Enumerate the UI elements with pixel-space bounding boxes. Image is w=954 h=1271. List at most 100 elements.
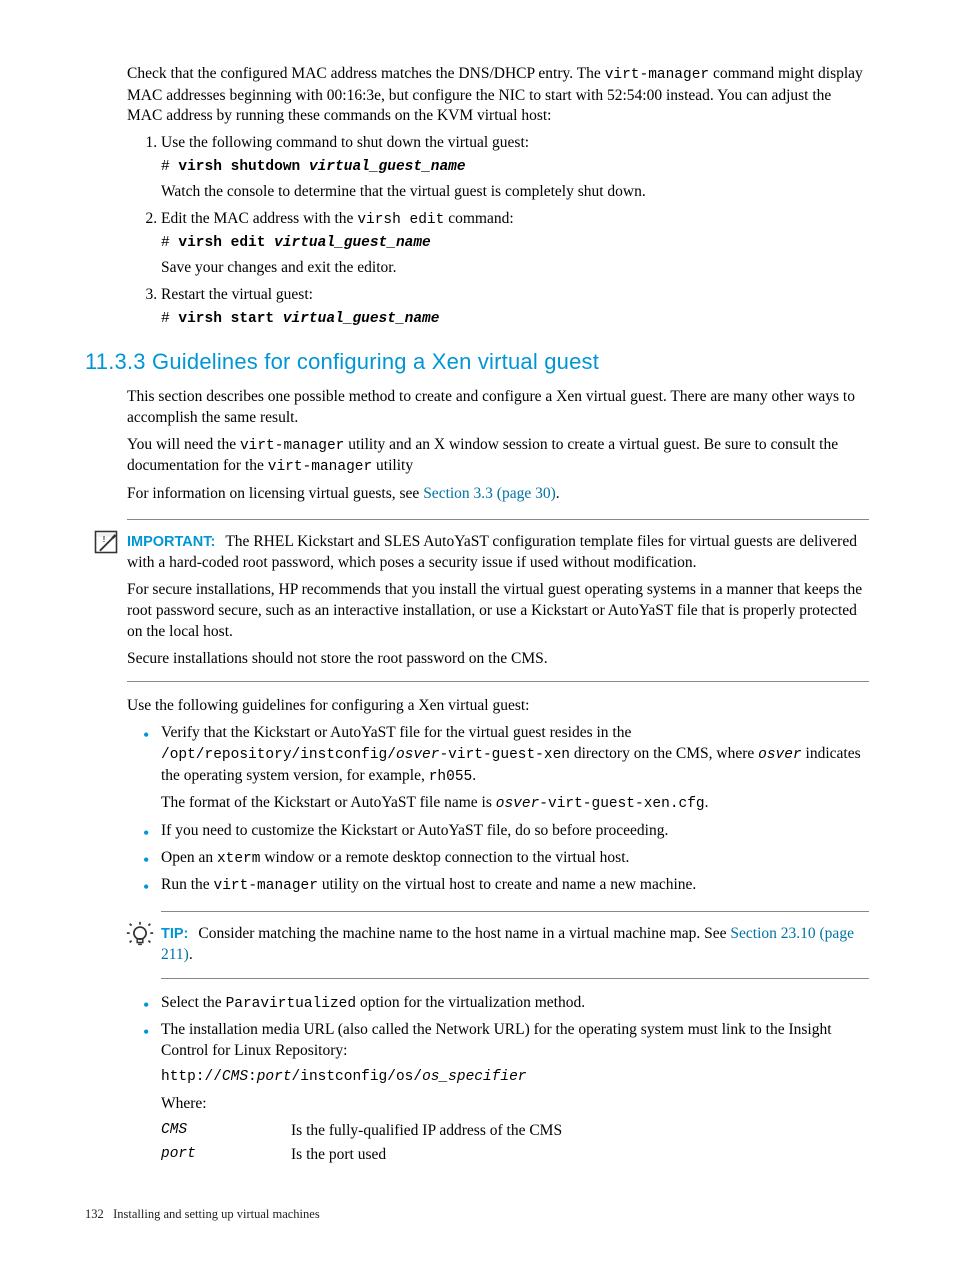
arg: os_specifier bbox=[422, 1069, 526, 1085]
guidelines-list-1: Verify that the Kickstart or AutoYaST fi… bbox=[85, 723, 869, 897]
section-p3: For information on licensing virtual gue… bbox=[127, 484, 869, 505]
text: The RHEL Kickstart and SLES AutoYaST con… bbox=[127, 533, 857, 571]
tip-callout: TIP: Consider matching the machine name t… bbox=[119, 911, 869, 979]
text: window or a remote desktop connection to… bbox=[260, 849, 629, 866]
step-3-command: # virsh start virtual_guest_name bbox=[161, 310, 869, 330]
arg: virtual_guest_name bbox=[274, 235, 431, 251]
def-port: port Is the port used bbox=[161, 1145, 869, 1166]
after-important: Use the following guidelines for configu… bbox=[127, 696, 869, 717]
important-callout: ! IMPORTANT:The RHEL Kickstart and SLES … bbox=[85, 519, 869, 683]
important-p1: IMPORTANT:The RHEL Kickstart and SLES Au… bbox=[127, 532, 869, 574]
step-text: Use the following command to shut down t… bbox=[161, 134, 529, 151]
step-1-after: Watch the console to determine that the … bbox=[161, 182, 869, 203]
arg: osver bbox=[496, 796, 540, 812]
code: virsh edit bbox=[357, 212, 444, 228]
cmd: virsh start bbox=[178, 311, 282, 327]
text: : bbox=[248, 1069, 257, 1085]
text: Edit the MAC address with the bbox=[161, 210, 357, 227]
text: utility on the virtual host to create an… bbox=[318, 876, 696, 893]
intro-paragraph: Check that the configured MAC address ma… bbox=[127, 64, 869, 127]
list-item: Verify that the Kickstart or AutoYaST fi… bbox=[161, 723, 869, 815]
arg: osver bbox=[758, 747, 802, 763]
important-icon: ! bbox=[92, 528, 120, 556]
text: The format of the Kickstart or AutoYaST … bbox=[161, 794, 496, 811]
code: virt-manager bbox=[214, 878, 318, 894]
step-2-after: Save your changes and exit the editor. bbox=[161, 258, 869, 279]
text: . bbox=[705, 794, 709, 811]
list-item: Open an xterm window or a remote desktop… bbox=[161, 848, 869, 870]
text: . bbox=[472, 767, 476, 784]
list-item: If you need to customize the Kickstart o… bbox=[161, 821, 869, 842]
section-p2: You will need the virt-manager utility a… bbox=[127, 435, 869, 478]
text: You will need the bbox=[127, 436, 240, 453]
guidelines-list-2: Select the Paravirtualized option for th… bbox=[85, 993, 869, 1166]
page-footer: 132 Installing and setting up virtual ma… bbox=[85, 1206, 869, 1223]
def-cms: CMS Is the fully-qualified IP address of… bbox=[161, 1121, 869, 1142]
arg: virtual_guest_name bbox=[309, 159, 466, 175]
list-item: Run the virt-manager utility on the virt… bbox=[161, 875, 869, 897]
tip-label: TIP: bbox=[161, 926, 188, 942]
important-p2: For secure installations, HP recommends … bbox=[127, 580, 869, 643]
important-p3: Secure installations should not store th… bbox=[127, 649, 869, 670]
text: Open an bbox=[161, 849, 217, 866]
def-term: CMS bbox=[161, 1121, 291, 1142]
page-number: 132 bbox=[85, 1207, 104, 1221]
text: Select the bbox=[161, 994, 226, 1011]
list-item: Select the Paravirtualized option for th… bbox=[161, 993, 869, 1015]
text: Run the bbox=[161, 876, 214, 893]
important-label: IMPORTANT: bbox=[127, 534, 215, 550]
arg: port bbox=[257, 1069, 292, 1085]
code: xterm bbox=[217, 851, 261, 867]
cmd: virsh edit bbox=[178, 235, 274, 251]
footer-title: Installing and setting up virtual machin… bbox=[113, 1207, 320, 1221]
def-term: port bbox=[161, 1145, 291, 1166]
tip-text: TIP: Consider matching the machine name t… bbox=[161, 924, 869, 966]
section-link[interactable]: Section 3.3 (page 30) bbox=[423, 485, 556, 502]
text: option for the virtualization method. bbox=[356, 994, 585, 1011]
code: -virt-guest-xen.cfg bbox=[539, 796, 704, 812]
code: virt-manager bbox=[268, 459, 372, 475]
section-p1: This section describes one possible meth… bbox=[127, 387, 869, 429]
step-1-command: # virsh shutdown virtual_guest_name bbox=[161, 158, 869, 178]
step-3: Restart the virtual guest: # virsh start… bbox=[161, 285, 869, 329]
code: -virt-guest-xen bbox=[439, 747, 570, 763]
arg: CMS bbox=[222, 1069, 248, 1085]
list-item-p2: The format of the Kickstart or AutoYaST … bbox=[161, 793, 869, 815]
code: virt-manager bbox=[240, 438, 344, 454]
prompt: # bbox=[161, 235, 178, 251]
def-body: Is the port used bbox=[291, 1145, 869, 1166]
code: Paravirtualized bbox=[226, 996, 357, 1012]
text: /instconfig/os/ bbox=[292, 1069, 423, 1085]
step-1: Use the following command to shut down t… bbox=[161, 133, 869, 202]
text: The installation media URL (also called … bbox=[161, 1021, 832, 1059]
text: Check that the configured MAC address ma… bbox=[127, 65, 605, 82]
code: rh055 bbox=[429, 769, 473, 785]
text: http:// bbox=[161, 1069, 222, 1085]
arg: virtual_guest_name bbox=[283, 311, 440, 327]
url-line: http://CMS:port/instconfig/os/os_specifi… bbox=[161, 1068, 869, 1088]
text: . bbox=[556, 485, 560, 502]
text: utility bbox=[372, 457, 413, 474]
text: command: bbox=[444, 210, 513, 227]
where-label: Where: bbox=[161, 1094, 869, 1115]
def-body: Is the fully-qualified IP address of the… bbox=[291, 1121, 869, 1142]
tip-icon bbox=[125, 920, 155, 950]
code-virt-manager: virt-manager bbox=[605, 67, 709, 83]
steps-list: Use the following command to shut down t… bbox=[85, 133, 869, 329]
text: For information on licensing virtual gue… bbox=[127, 485, 423, 502]
cmd: virsh shutdown bbox=[178, 159, 309, 175]
section-heading: 11.3.3 Guidelines for configuring a Xen … bbox=[85, 347, 869, 377]
step-2-command: # virsh edit virtual_guest_name bbox=[161, 234, 869, 254]
step-2: Edit the MAC address with the virsh edit… bbox=[161, 209, 869, 279]
code: /opt/repository/instconfig/ bbox=[161, 747, 396, 763]
list-item: The installation media URL (also called … bbox=[161, 1020, 869, 1165]
svg-text:!: ! bbox=[102, 535, 107, 544]
prompt: # bbox=[161, 311, 178, 327]
step-text: Restart the virtual guest: bbox=[161, 286, 313, 303]
text: directory on the CMS, where bbox=[570, 745, 758, 762]
text: Verify that the Kickstart or AutoYaST fi… bbox=[161, 724, 631, 741]
prompt: # bbox=[161, 159, 178, 175]
text: Consider matching the machine name to th… bbox=[198, 925, 730, 942]
arg: osver bbox=[396, 747, 440, 763]
text: . bbox=[189, 946, 193, 963]
